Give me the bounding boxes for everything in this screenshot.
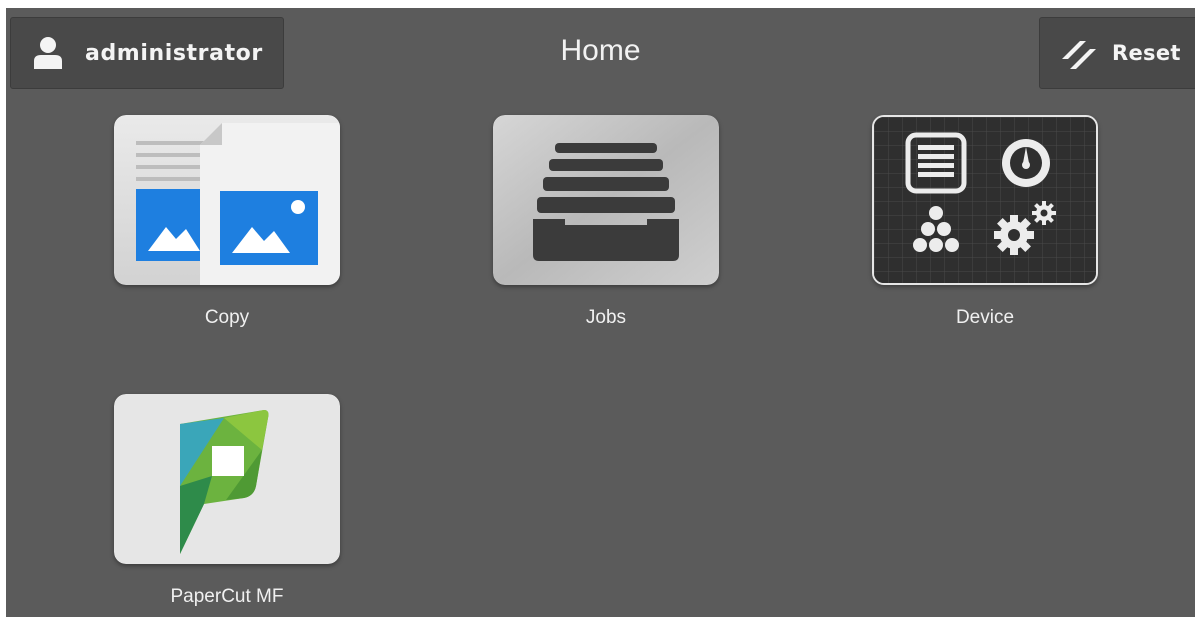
device-tile[interactable] bbox=[872, 115, 1098, 285]
papercut-icon bbox=[114, 394, 340, 564]
app-jobs[interactable]: Jobs bbox=[492, 115, 720, 329]
copy-tile[interactable] bbox=[114, 115, 340, 285]
reset-icon bbox=[1060, 35, 1096, 71]
reset-label: Reset bbox=[1112, 41, 1181, 65]
home-screen: administrator Home Reset Copy Jobs Devic… bbox=[6, 8, 1195, 617]
app-papercut-mf[interactable]: PaperCut MF bbox=[113, 394, 341, 608]
app-label-jobs: Jobs bbox=[585, 307, 627, 328]
device-icon bbox=[874, 117, 1096, 283]
reset-button[interactable]: Reset bbox=[1039, 17, 1195, 89]
page-title: Home bbox=[560, 34, 641, 67]
app-label-papercut-mf: PaperCut MF bbox=[170, 586, 284, 607]
app-device[interactable]: Device bbox=[871, 115, 1099, 329]
jobs-icon bbox=[493, 115, 719, 285]
app-copy[interactable]: Copy bbox=[113, 115, 341, 329]
app-label-copy: Copy bbox=[204, 307, 250, 328]
app-label-device: Device bbox=[955, 307, 1015, 328]
jobs-tile[interactable] bbox=[493, 115, 719, 285]
copy-icon bbox=[114, 115, 340, 285]
papercut-tile[interactable] bbox=[114, 394, 340, 564]
